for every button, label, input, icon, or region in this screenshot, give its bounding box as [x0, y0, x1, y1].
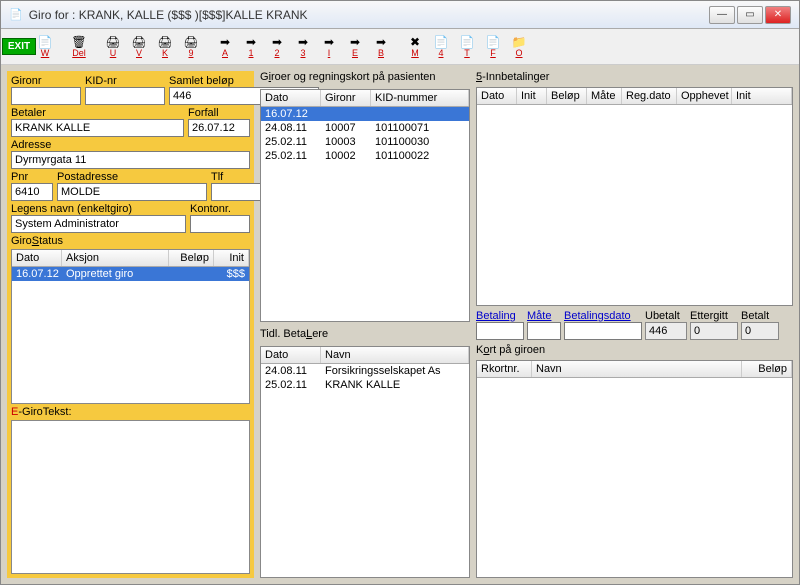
betaler-label: Betaler [11, 107, 184, 119]
egiro-textarea[interactable] [11, 420, 250, 575]
betaling-link[interactable]: Betaling [476, 310, 524, 322]
app-window: 📄 Giro for : KRANK, KALLE ($$$ )[$$$]KAL… [0, 0, 800, 585]
kontonr-label: Kontonr. [190, 203, 250, 215]
toolbar-btn-1[interactable]: ➡1 [239, 33, 263, 61]
exit-button[interactable]: EXIT [7, 33, 31, 61]
app-icon: 📄 [9, 8, 23, 21]
toolbar-btn-3[interactable]: ➡3 [291, 33, 315, 61]
toolbar-btn-i[interactable]: ➡I [317, 33, 341, 61]
pnr-label: Pnr [11, 171, 53, 183]
toolbar-btn-e[interactable]: ➡E [343, 33, 367, 61]
betalt-value: 0 [741, 322, 779, 340]
middle-panel: Giroer og regningskort på pasienten Dato… [260, 71, 470, 578]
gs-col-dato[interactable]: Dato [12, 250, 62, 266]
kontonr-input[interactable] [190, 215, 250, 233]
kort-table[interactable]: Rkortnr. Navn Beløp [476, 360, 793, 579]
k-col-1[interactable]: Navn [532, 361, 742, 377]
betalt-label: Betalt [741, 310, 779, 322]
gs-col-aksjon[interactable]: Aksjon [62, 250, 169, 266]
close-button[interactable]: ✕ [765, 6, 791, 24]
kort-label: Kort på giroen [476, 344, 793, 356]
window-title: Giro for : KRANK, KALLE ($$$ )[$$$]KALLE… [29, 8, 707, 22]
postadr-input[interactable] [57, 183, 207, 201]
i-col-0[interactable]: Dato [477, 88, 517, 104]
i-col-2[interactable]: Beløp [547, 88, 587, 104]
toolbar-btn-4[interactable]: 📄4 [429, 33, 453, 61]
kid-input[interactable] [85, 87, 165, 105]
t-col-navn[interactable]: Navn [321, 347, 469, 363]
toolbar-btn-f[interactable]: 📄F [481, 33, 505, 61]
forfall-input[interactable] [188, 119, 250, 137]
table-row[interactable]: 25.02.11KRANK KALLE [261, 378, 469, 392]
i-col-1[interactable]: Init [517, 88, 547, 104]
tidl-table[interactable]: Dato Navn 24.08.11Forsikringsselskapet A… [260, 346, 470, 579]
gironr-input[interactable] [11, 87, 81, 105]
betdato-input[interactable] [564, 322, 642, 340]
innbet-label: 5-Innbetalinger [476, 71, 793, 83]
girostatus-label: GiroStatus [11, 235, 250, 247]
tidl-label: Tidl. BetaLere [260, 328, 470, 340]
minimize-button[interactable]: — [709, 6, 735, 24]
toolbar-btn-b[interactable]: ➡B [369, 33, 393, 61]
table-row[interactable]: 24.08.11Forsikringsselskapet As [261, 364, 469, 378]
toolbar-btn-2[interactable]: ➡2 [265, 33, 289, 61]
titlebar: 📄 Giro for : KRANK, KALLE ($$$ )[$$$]KAL… [1, 1, 799, 29]
toolbar-btn-a[interactable]: ➡A [213, 33, 237, 61]
adresse-input[interactable] [11, 151, 250, 169]
betdato-link[interactable]: Betalingsdato [564, 310, 642, 322]
toolbar: EXIT 📄W 🗑Del 🖨U🖨V🖨K🖨9 ➡A➡1➡2➡3➡I➡E➡B ✖M📄4📄T📄… [1, 29, 799, 65]
maximize-button[interactable]: ▭ [737, 6, 763, 24]
forfall-label: Forfall [188, 107, 250, 119]
table-row[interactable]: 25.02.1110003101100030 [261, 135, 469, 149]
toolbar-btn-m[interactable]: ✖M [403, 33, 427, 61]
gironr-label: Gironr [11, 75, 81, 87]
right-panel: 5-Innbetalinger Dato Init Beløp Måte Reg… [476, 71, 793, 578]
ettergitt-value: 0 [690, 322, 738, 340]
g-col-dato[interactable]: Dato [261, 90, 321, 106]
toolbar-btn-t[interactable]: 📄T [455, 33, 479, 61]
toolbar-btn-v[interactable]: 🖨V [127, 33, 151, 61]
giroer-label: Giroer og regningskort på pasienten [260, 71, 470, 83]
kid-label: KID-nr [85, 75, 165, 87]
toolbar-btn-u[interactable]: 🖨U [101, 33, 125, 61]
toolbar-btn-o[interactable]: 📁O [507, 33, 531, 61]
table-row[interactable]: 25.02.1110002101100022 [261, 149, 469, 163]
ubetalt-value: 446 [645, 322, 687, 340]
gs-col-belop[interactable]: Beløp [169, 250, 214, 266]
girostatus-table[interactable]: Dato Aksjon Beløp Init 16.07.12Opprettet… [11, 249, 250, 404]
mate-link[interactable]: Måte [527, 310, 561, 322]
i-col-5[interactable]: Opphevet [677, 88, 732, 104]
giroer-table[interactable]: Dato Gironr KID-nummer 16.07.1224.08.111… [260, 89, 470, 322]
betaling-input[interactable] [476, 322, 524, 340]
g-col-kid[interactable]: KID-nummer [371, 90, 469, 106]
betaler-input[interactable] [11, 119, 184, 137]
mate-input[interactable] [527, 322, 561, 340]
k-col-2[interactable]: Beløp [742, 361, 792, 377]
adresse-label: Adresse [11, 139, 250, 151]
ettergitt-label: Ettergitt [690, 310, 738, 322]
giro-details-panel: Gironr KID-nr Samlet beløp Betaler Forfa… [7, 71, 254, 578]
t-col-dato[interactable]: Dato [261, 347, 321, 363]
table-row[interactable]: 24.08.1110007101100071 [261, 121, 469, 135]
g-col-gironr[interactable]: Gironr [321, 90, 371, 106]
legens-input[interactable] [11, 215, 186, 233]
content-area: Gironr KID-nr Samlet beløp Betaler Forfa… [1, 65, 799, 584]
egiro-label: E-GiroTekst: [11, 406, 250, 418]
i-col-3[interactable]: Måte [587, 88, 622, 104]
toolbar-btn-del[interactable]: 🗑Del [67, 33, 91, 61]
pnr-input[interactable] [11, 183, 53, 201]
toolbar-btn-k[interactable]: 🖨K [153, 33, 177, 61]
table-row[interactable]: 16.07.12 [261, 107, 469, 121]
table-row[interactable]: 16.07.12Opprettet giro$$$ [12, 267, 249, 281]
legens-label: Legens navn (enkeltgiro) [11, 203, 186, 215]
toolbar-btn-9[interactable]: 🖨9 [179, 33, 203, 61]
toolbar-btn-w[interactable]: 📄W [33, 33, 57, 61]
gs-col-init[interactable]: Init [214, 250, 249, 266]
i-col-6[interactable]: Init [732, 88, 792, 104]
innbet-table[interactable]: Dato Init Beløp Måte Reg.dato Opphevet I… [476, 87, 793, 306]
ubetalt-label: Ubetalt [645, 310, 687, 322]
k-col-0[interactable]: Rkortnr. [477, 361, 532, 377]
postadr-label: Postadresse [57, 171, 207, 183]
i-col-4[interactable]: Reg.dato [622, 88, 677, 104]
